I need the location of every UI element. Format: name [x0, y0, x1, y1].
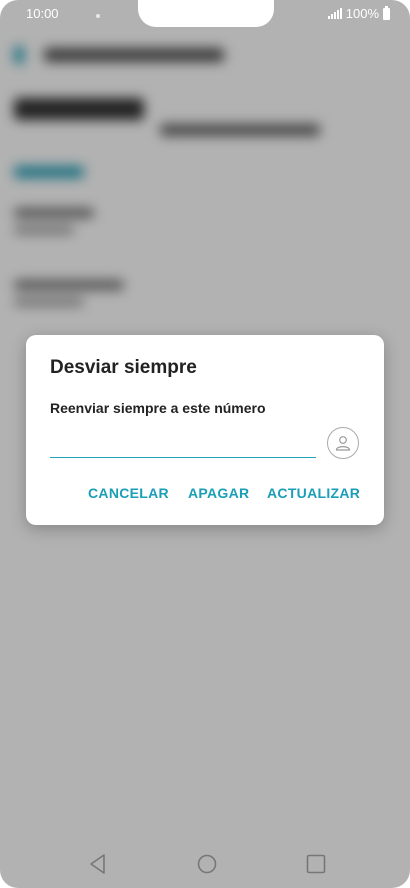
status-indicators: 100%: [327, 5, 390, 21]
phone-number-input[interactable]: [50, 431, 316, 458]
camera-notch: [138, 0, 274, 27]
dialog-label: Reenviar siempre a este número: [50, 400, 266, 416]
call-forward-dialog: Desviar siempre Reenviar siempre a este …: [26, 335, 384, 525]
recents-icon[interactable]: [304, 852, 328, 876]
battery-icon: [383, 5, 390, 20]
turn-off-button[interactable]: APAGAR: [188, 485, 249, 501]
battery-percentage: 100%: [345, 6, 379, 21]
update-button[interactable]: ACTUALIZAR: [267, 485, 360, 501]
navigation-bar: [0, 840, 410, 888]
status-time: 10:00: [26, 6, 59, 21]
back-icon[interactable]: [86, 852, 110, 876]
cancel-button[interactable]: CANCELAR: [88, 485, 169, 501]
home-icon[interactable]: [195, 852, 219, 876]
dialog-actions: CANCELAR APAGAR ACTUALIZAR: [26, 485, 384, 505]
person-icon: [335, 436, 351, 451]
dialog-title: Desviar siempre: [50, 357, 197, 378]
phone-screen: 10:00 100% Desviar siempre Reenviar siem…: [0, 0, 410, 888]
contact-picker-button[interactable]: [327, 427, 359, 459]
notification-dot-icon: [96, 14, 100, 18]
signal-icon: [327, 8, 342, 19]
